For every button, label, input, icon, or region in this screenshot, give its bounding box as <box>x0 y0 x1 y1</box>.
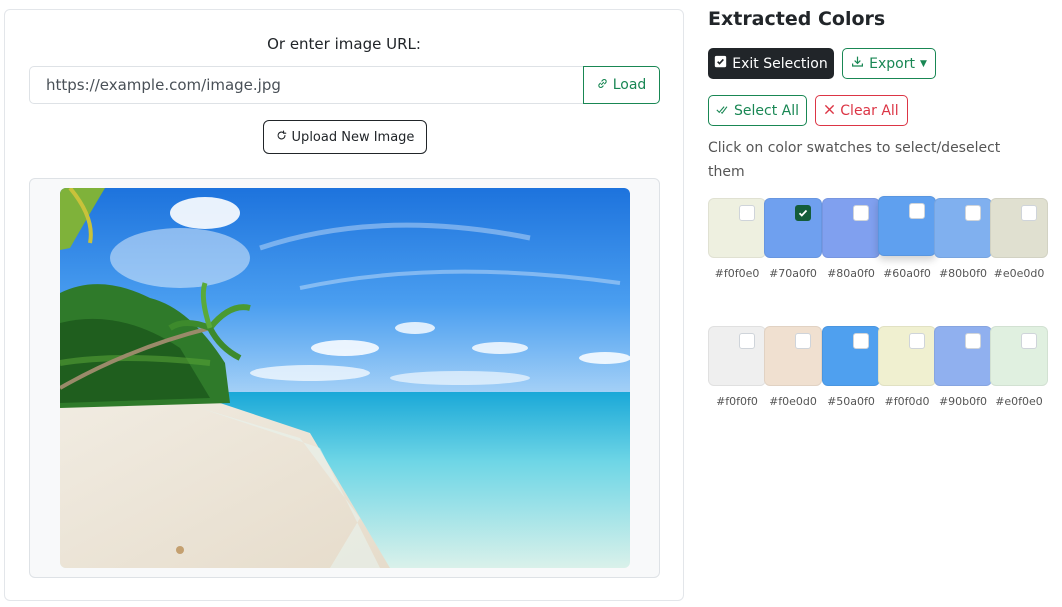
download-icon <box>851 55 864 72</box>
swatch-checkbox[interactable] <box>965 205 981 221</box>
swatch-hex-label: #60a0f0 <box>883 267 931 280</box>
clear-all-label: Clear All <box>840 102 899 119</box>
swatch-checkbox[interactable] <box>739 333 755 349</box>
select-all-label: Select All <box>734 102 799 119</box>
x-icon <box>824 103 835 119</box>
color-swatch[interactable] <box>990 198 1048 258</box>
export-label: Export <box>869 55 915 72</box>
swatch-hex-label: #e0f0e0 <box>995 395 1043 408</box>
swatch-hex-label: #f0f0f0 <box>716 395 758 408</box>
color-swatch[interactable] <box>822 198 880 258</box>
selection-hint: Click on color swatches to select/desele… <box>708 140 1001 180</box>
swatch-hex-label: #70a0f0 <box>769 267 817 280</box>
select-all-button[interactable]: Select All <box>708 95 807 126</box>
color-swatch[interactable] <box>822 326 880 386</box>
exit-selection-button[interactable]: Exit Selection <box>708 48 834 79</box>
swatch-hex-label: #e0e0d0 <box>993 267 1045 280</box>
url-label: Or enter image URL: <box>267 35 421 53</box>
image-url-input[interactable] <box>29 66 585 104</box>
upload-label: Upload New Image <box>291 129 415 145</box>
color-swatch[interactable] <box>878 326 936 386</box>
swatch-checkbox[interactable] <box>1021 333 1037 349</box>
swatch-hex-label: #80a0f0 <box>827 267 875 280</box>
color-swatch[interactable] <box>764 326 822 386</box>
swatch-checkbox[interactable] <box>909 203 925 219</box>
swatch-checkbox[interactable] <box>1021 205 1037 221</box>
swatch-checkbox[interactable] <box>965 333 981 349</box>
upload-new-image-button[interactable]: Upload New Image <box>263 120 427 154</box>
color-swatch[interactable] <box>764 198 822 258</box>
image-input-card: Or enter image URL: Load Upload New Imag… <box>4 9 684 601</box>
export-dropdown-button[interactable]: Export ▼ <box>842 48 936 79</box>
color-swatch[interactable] <box>708 198 766 258</box>
swatch-checkbox[interactable] <box>909 333 925 349</box>
swatch-hex-label: #80b0f0 <box>938 267 988 280</box>
swatch-hex-label: #f0f0e0 <box>714 267 760 280</box>
swatch-checkbox[interactable] <box>795 333 811 349</box>
color-swatch[interactable] <box>934 198 992 258</box>
refresh-icon <box>276 129 287 145</box>
color-swatch[interactable] <box>878 196 936 256</box>
uploaded-beach-image <box>60 188 630 568</box>
image-preview-container <box>29 178 660 578</box>
swatch-checkbox[interactable] <box>853 205 869 221</box>
extracted-colors-panel: Extracted Colors Exit Selection Export ▼… <box>708 0 1058 607</box>
swatch-hex-label: #90b0f0 <box>938 395 988 408</box>
swatch-checkbox[interactable] <box>853 333 869 349</box>
swatch-checkbox[interactable] <box>795 205 811 221</box>
swatch-checkbox[interactable] <box>739 205 755 221</box>
color-swatch[interactable] <box>990 326 1048 386</box>
double-check-icon <box>716 103 729 119</box>
swatch-hex-label: #f0f0d0 <box>884 395 930 408</box>
caret-down-icon: ▼ <box>919 58 927 69</box>
extracted-colors-heading: Extracted Colors <box>708 8 886 30</box>
clear-all-button[interactable]: Clear All <box>815 95 908 126</box>
swatch-hex-label: #50a0f0 <box>827 395 875 408</box>
swatch-hex-label: #f0e0d0 <box>769 395 817 408</box>
load-label: Load <box>612 77 647 93</box>
color-swatch[interactable] <box>708 326 766 386</box>
exit-selection-label: Exit Selection <box>732 55 828 72</box>
color-swatch[interactable] <box>934 326 992 386</box>
link-icon <box>597 77 608 93</box>
load-button[interactable]: Load <box>583 66 660 104</box>
check-icon <box>798 209 808 217</box>
check-square-icon <box>714 55 727 72</box>
